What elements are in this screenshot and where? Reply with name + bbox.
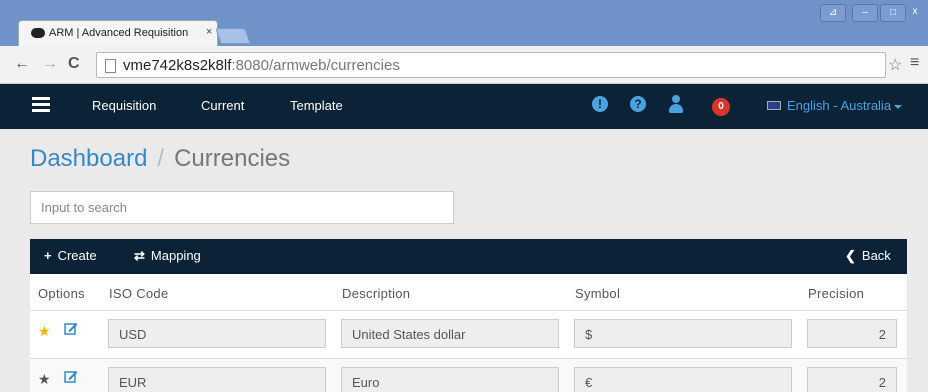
- currency-table: Options ISO Code Description Symbol Prec…: [30, 274, 907, 392]
- action-bar: + Create ⇄ Mapping ❮ Back: [30, 239, 907, 274]
- window-close-button[interactable]: x: [904, 4, 926, 22]
- alert-icon[interactable]: !: [592, 96, 608, 112]
- flag-icon: [767, 101, 781, 110]
- header-symbol[interactable]: Symbol: [575, 286, 620, 301]
- tab-title: ARM | Advanced Requisition: [49, 27, 189, 39]
- chevron-down-icon: [894, 104, 903, 109]
- browser-titlebar: ARM | Advanced Requisition × ⊿ ‒ □ x: [0, 0, 928, 46]
- create-button[interactable]: + Create: [44, 248, 97, 263]
- app-favicon-icon: [31, 28, 45, 38]
- nav-template[interactable]: Template: [290, 98, 343, 113]
- header-options: Options: [38, 286, 85, 301]
- iso-code-cell: EUR: [108, 367, 326, 392]
- forward-arrow-icon[interactable]: →: [42, 55, 58, 73]
- notification-badge[interactable]: 0: [712, 98, 730, 116]
- back-button[interactable]: ❮ Back: [845, 248, 891, 264]
- default-star-icon[interactable]: ★: [38, 323, 51, 340]
- star-icon[interactable]: ★: [38, 371, 51, 388]
- language-dropdown[interactable]: English - Australia: [787, 98, 903, 113]
- symbol-cell: €: [574, 367, 792, 392]
- browser-menu-icon[interactable]: ≡: [910, 54, 919, 72]
- symbol-cell: $: [574, 319, 792, 348]
- window-ctl-icon[interactable]: ⊿: [820, 4, 846, 22]
- maximize-button[interactable]: □: [880, 4, 906, 22]
- chevron-left-icon: ❮: [845, 248, 856, 263]
- page-icon: [105, 59, 116, 73]
- search-input[interactable]: [30, 191, 454, 224]
- url-text: vme742k8s2k8lf:8080/armweb/currencies: [123, 57, 400, 74]
- iso-code-cell: USD: [108, 319, 326, 348]
- table-row: ★ EUR Euro € 2: [30, 358, 907, 392]
- page-title: Currencies: [174, 145, 291, 172]
- reload-icon[interactable]: C: [68, 55, 80, 73]
- precision-cell: 2: [807, 319, 897, 348]
- table-row: ★ USD United States dollar $ 2: [30, 310, 907, 358]
- mapping-button[interactable]: ⇄ Mapping: [134, 248, 201, 264]
- hamburger-menu-icon[interactable]: [32, 97, 50, 112]
- description-cell: Euro: [341, 367, 559, 392]
- browser-toolbar: ← → C vme742k8s2k8lf:8080/armweb/currenc…: [0, 46, 928, 84]
- header-precision[interactable]: Precision: [808, 286, 864, 301]
- app-navbar: Requisition Current Template ! ? 0 Engli…: [0, 84, 928, 129]
- edit-icon[interactable]: [64, 369, 78, 383]
- back-arrow-icon[interactable]: ←: [14, 55, 30, 73]
- user-icon[interactable]: [668, 95, 684, 113]
- breadcrumb: Dashboard / Currencies: [30, 145, 290, 173]
- exchange-icon: ⇄: [134, 248, 145, 263]
- tab-close-icon[interactable]: ×: [206, 26, 212, 38]
- nav-current[interactable]: Current: [201, 98, 244, 113]
- header-iso-code[interactable]: ISO Code: [109, 286, 168, 301]
- help-icon[interactable]: ?: [630, 96, 646, 112]
- description-cell: United States dollar: [341, 319, 559, 348]
- breadcrumb-separator: /: [157, 145, 165, 172]
- header-description[interactable]: Description: [342, 286, 410, 301]
- new-tab-button[interactable]: [215, 28, 251, 44]
- minimize-button[interactable]: ‒: [852, 4, 878, 22]
- browser-tab[interactable]: ARM | Advanced Requisition ×: [18, 20, 218, 46]
- edit-icon[interactable]: [64, 321, 78, 335]
- bookmark-star-icon[interactable]: ☆: [888, 55, 902, 75]
- precision-cell: 2: [807, 367, 897, 392]
- breadcrumb-dashboard[interactable]: Dashboard: [30, 145, 147, 172]
- address-bar[interactable]: vme742k8s2k8lf:8080/armweb/currencies: [96, 52, 886, 78]
- plus-icon: +: [44, 248, 52, 263]
- nav-requisition[interactable]: Requisition: [92, 98, 156, 113]
